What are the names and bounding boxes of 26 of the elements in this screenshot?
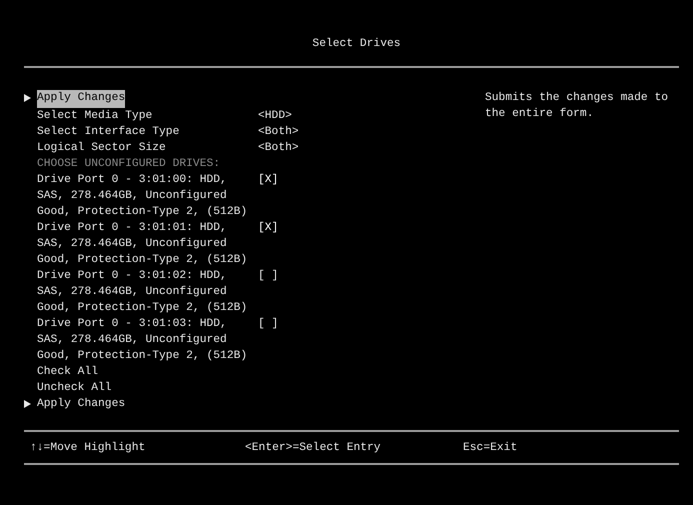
triangle-icon	[24, 400, 31, 408]
checkbox[interactable]: [X]	[258, 220, 485, 268]
drive-label[interactable]: Drive Port 0 - 3:01:00: HDD, SAS, 278.464GB, Unconfigured Good, Protection-Type 2, (512B)	[37, 172, 248, 220]
key-hint: <Enter>=Select Entry	[245, 440, 382, 456]
menu-action[interactable]: Check All	[37, 364, 98, 380]
key-hint: Esc=Exit	[463, 440, 518, 456]
setting-label[interactable]: Logical Sector Size	[37, 140, 166, 156]
setting-value[interactable]: <Both>	[258, 140, 485, 156]
menu-link[interactable]: Apply Changes	[37, 90, 126, 108]
menu-action[interactable]: Uncheck All	[37, 380, 112, 396]
screen-title: Select Drives	[312, 36, 401, 52]
checkbox[interactable]: [ ]	[258, 268, 485, 316]
checkbox[interactable]: [X]	[258, 172, 485, 220]
section-heading: CHOOSE UNCONFIGURED DRIVES:	[37, 157, 220, 172]
help-text: Submits the changes made to the entire form.	[485, 90, 670, 122]
checkbox[interactable]: [ ]	[258, 316, 485, 364]
drive-label[interactable]: Drive Port 0 - 3:01:03: HDD, SAS, 278.464GB, Unconfigured Good, Protection-Type 2, (512B)	[37, 316, 248, 364]
menu-link[interactable]: Apply Changes	[37, 396, 126, 414]
setting-label[interactable]: Select Interface Type	[37, 124, 180, 140]
setting-value[interactable]: <Both>	[258, 124, 485, 140]
setting-value[interactable]: <HDD>	[258, 108, 485, 124]
setting-label[interactable]: Select Media Type	[37, 108, 152, 124]
triangle-icon	[24, 94, 31, 102]
drive-label[interactable]: Drive Port 0 - 3:01:02: HDD, SAS, 278.464GB, Unconfigured Good, Protection-Type 2, (512B)	[37, 268, 248, 316]
drive-label[interactable]: Drive Port 0 - 3:01:01: HDD, SAS, 278.464GB, Unconfigured Good, Protection-Type 2, (512B)	[37, 220, 248, 268]
key-hint: ↑↓=Move Highlight	[30, 440, 146, 456]
